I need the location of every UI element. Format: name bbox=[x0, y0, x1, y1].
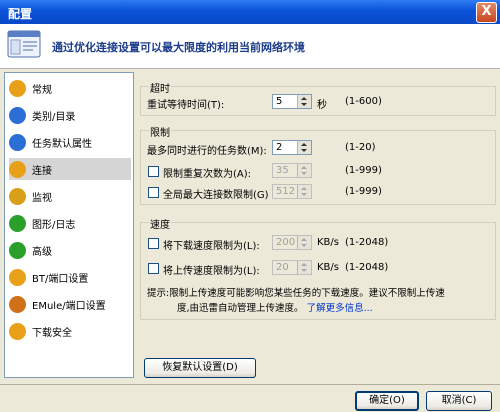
max-tasks-label: 最多同时进行的任务数(M): bbox=[147, 146, 267, 157]
speed-hint-line2: 度,由迅雷自动管理上传速度。 了解更多信息... bbox=[177, 300, 373, 314]
timeout-group: 超时 重试等待时间(T): 5 秒 (1-600) bbox=[140, 80, 496, 116]
sidebar-item-category[interactable]: 类别/目录 bbox=[9, 104, 131, 126]
retry-limit-value: 35 bbox=[276, 165, 289, 176]
settings-panel-icon bbox=[7, 30, 41, 58]
emule-icon bbox=[9, 295, 26, 313]
sidebar: 常规 类别/目录 任务默认属性 连接 监视 图形/日志 高级 BT/端口设置 E… bbox=[4, 72, 134, 378]
spinner-arrows-icon[interactable] bbox=[297, 236, 311, 249]
global-conn-checkbox[interactable] bbox=[148, 187, 159, 198]
sidebar-item-general[interactable]: 常规 bbox=[9, 77, 131, 99]
sidebar-item-label: 下载安全 bbox=[32, 327, 72, 339]
sidebar-item-advanced[interactable]: 高级 bbox=[9, 239, 131, 261]
bt-icon bbox=[9, 268, 26, 286]
sidebar-item-label: 常规 bbox=[32, 84, 52, 96]
speed-hint-line1: 提示:限制上传速度可能影响您某些任务的下载速度。建议不限制上传速 bbox=[147, 288, 445, 299]
sidebar-item-label: 任务默认属性 bbox=[32, 138, 92, 150]
speed-group: 速度 将下载速度限制为(L): 200 KB/s (1-2048) 将上传速度限… bbox=[140, 216, 496, 320]
retry-wait-label: 重试等待时间(T): bbox=[147, 100, 225, 111]
monitor-icon bbox=[9, 187, 26, 205]
spinner-arrows-icon[interactable] bbox=[297, 95, 311, 108]
spinner-arrows-icon[interactable] bbox=[297, 141, 311, 154]
config-window: 配置 X 通过优化连接设置可以最大限度的利用当前网络环境 常规 类别/目录 任务… bbox=[0, 0, 500, 412]
general-icon bbox=[9, 79, 26, 97]
star-icon bbox=[9, 133, 26, 151]
spinner-arrows-icon[interactable] bbox=[297, 261, 311, 274]
shield-icon bbox=[9, 322, 26, 340]
retry-limit-label: 限制重复次数为(A): bbox=[163, 169, 252, 180]
download-limit-range: (1-2048) bbox=[345, 237, 389, 248]
retry-wait-unit: 秒 bbox=[317, 100, 327, 111]
timeout-group-label: 超时 bbox=[149, 80, 171, 95]
upload-limit-unit: KB/s bbox=[317, 262, 339, 273]
download-limit-checkbox[interactable] bbox=[148, 238, 159, 249]
download-limit-label: 将下载速度限制为(L): bbox=[163, 241, 260, 252]
upload-limit-checkbox[interactable] bbox=[148, 263, 159, 274]
sidebar-item-label: 连接 bbox=[32, 165, 52, 177]
sidebar-item-connection[interactable]: 连接 bbox=[9, 158, 131, 180]
speed-group-label: 速度 bbox=[149, 216, 171, 231]
sidebar-item-label: 类别/目录 bbox=[32, 111, 76, 123]
sidebar-item-emule-port[interactable]: EMule/端口设置 bbox=[9, 293, 131, 315]
graph-icon bbox=[9, 214, 26, 232]
ok-button[interactable]: 确定(O) bbox=[355, 391, 419, 411]
sidebar-item-task-defaults[interactable]: 任务默认属性 bbox=[9, 131, 131, 153]
global-conn-stepper[interactable]: 512 bbox=[272, 184, 312, 199]
sidebar-item-bt-port[interactable]: BT/端口设置 bbox=[9, 266, 131, 288]
cancel-button[interactable]: 取消(C) bbox=[426, 391, 492, 411]
spinner-arrows-icon[interactable] bbox=[297, 185, 311, 198]
retry-limit-checkbox[interactable] bbox=[148, 166, 159, 177]
connection-icon bbox=[9, 160, 26, 178]
gear-icon bbox=[9, 241, 26, 259]
sidebar-item-graph-log[interactable]: 图形/日志 bbox=[9, 212, 131, 234]
restore-defaults-button[interactable]: 恢复默认设置(D) bbox=[144, 358, 256, 378]
retry-wait-stepper[interactable]: 5 bbox=[272, 94, 312, 109]
global-conn-value: 512 bbox=[276, 186, 296, 197]
retry-limit-range: (1-999) bbox=[345, 165, 382, 176]
global-conn-range: (1-999) bbox=[345, 186, 382, 197]
upload-limit-stepper[interactable]: 20 bbox=[272, 260, 312, 275]
title-bar: 配置 X bbox=[0, 0, 500, 24]
sidebar-item-label: 高级 bbox=[32, 246, 52, 258]
sidebar-item-label: 图形/日志 bbox=[32, 219, 76, 231]
max-tasks-range: (1-20) bbox=[345, 142, 376, 153]
limits-group: 限制 最多同时进行的任务数(M): 2 (1-20) 限制重复次数为(A): 3… bbox=[140, 124, 496, 205]
folder-icon bbox=[9, 106, 26, 124]
sidebar-item-label: BT/端口设置 bbox=[32, 273, 89, 285]
upload-limit-range: (1-2048) bbox=[345, 262, 389, 273]
download-limit-unit: KB/s bbox=[317, 237, 339, 248]
spinner-arrows-icon[interactable] bbox=[297, 164, 311, 177]
max-tasks-stepper[interactable]: 2 bbox=[272, 140, 312, 155]
limits-group-label: 限制 bbox=[149, 124, 171, 139]
upload-limit-value: 20 bbox=[276, 262, 289, 273]
learn-more-link[interactable]: 了解更多信息... bbox=[307, 303, 373, 314]
header-banner: 通过优化连接设置可以最大限度的利用当前网络环境 bbox=[0, 24, 500, 69]
sidebar-item-label: EMule/端口设置 bbox=[32, 300, 106, 312]
sidebar-item-label: 监视 bbox=[32, 192, 52, 204]
global-conn-label: 全局最大连接数限制(G) bbox=[163, 190, 269, 201]
footer-divider bbox=[0, 384, 500, 385]
sidebar-item-monitor[interactable]: 监视 bbox=[9, 185, 131, 207]
upload-limit-label: 将上传速度限制为(L): bbox=[163, 266, 260, 277]
window-title: 配置 bbox=[8, 7, 33, 21]
max-tasks-value: 2 bbox=[276, 142, 283, 153]
close-button[interactable]: X bbox=[476, 2, 497, 23]
sidebar-item-download-security[interactable]: 下载安全 bbox=[9, 320, 131, 342]
retry-wait-range: (1-600) bbox=[345, 96, 382, 107]
speed-hint-text: 度,由迅雷自动管理上传速度。 bbox=[177, 303, 304, 314]
download-limit-value: 200 bbox=[276, 237, 296, 248]
retry-limit-stepper[interactable]: 35 bbox=[272, 163, 312, 178]
retry-wait-value: 5 bbox=[276, 96, 283, 107]
header-description: 通过优化连接设置可以最大限度的利用当前网络环境 bbox=[52, 41, 305, 54]
download-limit-stepper[interactable]: 200 bbox=[272, 235, 312, 250]
